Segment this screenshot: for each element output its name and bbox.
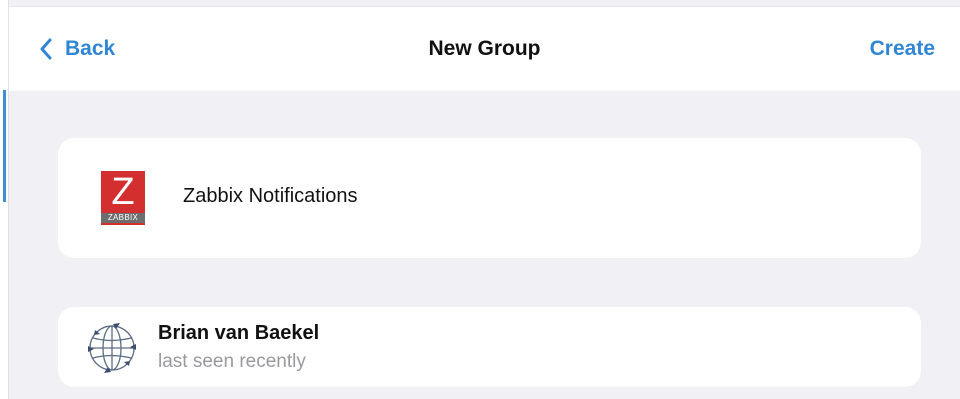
member-list-item[interactable]: Brian van Baekel last seen recently [58, 307, 921, 387]
member-name: Brian van Baekel [158, 322, 320, 344]
group-name-field[interactable]: Zabbix Notifications [183, 185, 358, 208]
group-avatar-wordmark: ZABBIX [101, 213, 145, 223]
new-group-screen: Back New Group Create Z ZABBIX Zabbix No… [0, 0, 960, 399]
group-info-card: Z ZABBIX Zabbix Notifications [58, 138, 921, 258]
member-status: last seen recently [158, 351, 306, 372]
left-panel-edge [0, 0, 9, 399]
navigation-bar: Back New Group Create [9, 6, 960, 91]
page-title: New Group [428, 37, 541, 60]
group-avatar[interactable]: Z ZABBIX [101, 171, 145, 225]
selection-indicator [3, 90, 6, 202]
globe-icon [88, 323, 136, 373]
create-button[interactable]: Create [870, 37, 935, 61]
group-avatar-letter: Z [111, 171, 135, 213]
